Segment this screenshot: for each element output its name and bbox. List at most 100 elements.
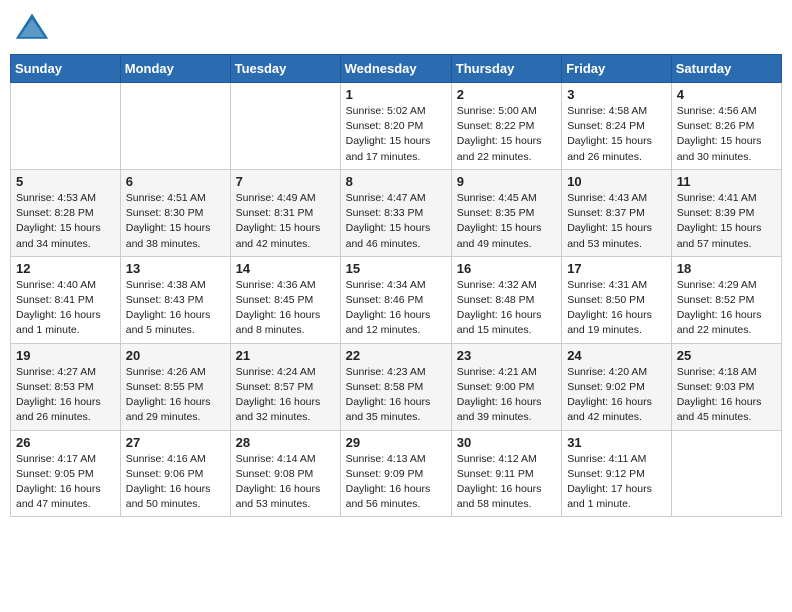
- days-header-row: SundayMondayTuesdayWednesdayThursdayFrid…: [11, 55, 782, 83]
- day-header-tuesday: Tuesday: [230, 55, 340, 83]
- day-info: Sunrise: 4:34 AM Sunset: 8:46 PM Dayligh…: [346, 278, 446, 339]
- day-cell: 15 Sunrise: 4:34 AM Sunset: 8:46 PM Dayli…: [340, 256, 451, 343]
- day-number: 9: [457, 174, 556, 189]
- day-number: 14: [236, 261, 335, 276]
- week-row-2: 5Sunrise: 4:53 AM Sunset: 8:28 PM Daylig…: [11, 169, 782, 256]
- day-info: Sunrise: 4:36 AM Sunset: 8:45 PM Dayligh…: [236, 278, 335, 339]
- day-info: Sunrise: 4:58 AM Sunset: 8:24 PM Dayligh…: [567, 104, 666, 165]
- day-info: Sunrise: 4:41 AM Sunset: 8:39 PM Dayligh…: [677, 191, 776, 252]
- day-header-friday: Friday: [562, 55, 672, 83]
- day-number: 1: [346, 87, 446, 102]
- day-info: Sunrise: 4:20 AM Sunset: 9:02 PM Dayligh…: [567, 365, 666, 426]
- day-cell: 8 Sunrise: 4:47 AM Sunset: 8:33 PM Daylig…: [340, 169, 451, 256]
- day-number: 3: [567, 87, 666, 102]
- day-info: Sunrise: 4:21 AM Sunset: 9:00 PM Dayligh…: [457, 365, 556, 426]
- day-cell: [230, 83, 340, 170]
- day-number: 22: [346, 348, 446, 363]
- day-cell: 3 Sunrise: 4:58 AM Sunset: 8:24 PM Daylig…: [562, 83, 672, 170]
- day-number: 24: [567, 348, 666, 363]
- day-number: 7: [236, 174, 335, 189]
- day-info: Sunrise: 4:38 AM Sunset: 8:43 PM Dayligh…: [126, 278, 225, 339]
- day-number: 30: [457, 435, 556, 450]
- day-cell: 23Sunrise: 4:21 AM Sunset: 9:00 PM Dayli…: [451, 343, 561, 430]
- day-number: 15: [346, 261, 446, 276]
- day-header-sunday: Sunday: [11, 55, 121, 83]
- day-info: Sunrise: 5:02 AM Sunset: 8:20 PM Dayligh…: [346, 104, 446, 165]
- day-cell: 6 Sunrise: 4:51 AM Sunset: 8:30 PM Daylig…: [120, 169, 230, 256]
- day-cell: 7 Sunrise: 4:49 AM Sunset: 8:31 PM Daylig…: [230, 169, 340, 256]
- day-cell: 17Sunrise: 4:31 AM Sunset: 8:50 PM Dayli…: [562, 256, 672, 343]
- day-number: 27: [126, 435, 225, 450]
- day-info: Sunrise: 4:16 AM Sunset: 9:06 PM Dayligh…: [126, 452, 225, 513]
- day-info: Sunrise: 4:13 AM Sunset: 9:09 PM Dayligh…: [346, 452, 446, 513]
- day-number: 31: [567, 435, 666, 450]
- day-info: Sunrise: 4:17 AM Sunset: 9:05 PM Dayligh…: [16, 452, 115, 513]
- day-info: Sunrise: 4:29 AM Sunset: 8:52 PM Dayligh…: [677, 278, 776, 339]
- day-cell: 19Sunrise: 4:27 AM Sunset: 8:53 PM Dayli…: [11, 343, 121, 430]
- day-cell: 30Sunrise: 4:12 AM Sunset: 9:11 PM Dayli…: [451, 430, 561, 517]
- day-info: Sunrise: 4:11 AM Sunset: 9:12 PM Dayligh…: [567, 452, 666, 513]
- day-cell: 13 Sunrise: 4:38 AM Sunset: 8:43 PM Dayli…: [120, 256, 230, 343]
- day-cell: 27 Sunrise: 4:16 AM Sunset: 9:06 PM Dayli…: [120, 430, 230, 517]
- week-row-5: 26 Sunrise: 4:17 AM Sunset: 9:05 PM Dayli…: [11, 430, 782, 517]
- day-number: 10: [567, 174, 666, 189]
- day-cell: 9 Sunrise: 4:45 AM Sunset: 8:35 PM Daylig…: [451, 169, 561, 256]
- day-cell: 28Sunrise: 4:14 AM Sunset: 9:08 PM Dayli…: [230, 430, 340, 517]
- day-number: 25: [677, 348, 776, 363]
- day-info: Sunrise: 4:45 AM Sunset: 8:35 PM Dayligh…: [457, 191, 556, 252]
- week-row-4: 19Sunrise: 4:27 AM Sunset: 8:53 PM Dayli…: [11, 343, 782, 430]
- day-cell: 10 Sunrise: 4:43 AM Sunset: 8:37 PM Dayli…: [562, 169, 672, 256]
- day-info: Sunrise: 4:47 AM Sunset: 8:33 PM Dayligh…: [346, 191, 446, 252]
- day-info: Sunrise: 4:14 AM Sunset: 9:08 PM Dayligh…: [236, 452, 335, 513]
- day-cell: 20Sunrise: 4:26 AM Sunset: 8:55 PM Dayli…: [120, 343, 230, 430]
- day-info: Sunrise: 4:24 AM Sunset: 8:57 PM Dayligh…: [236, 365, 335, 426]
- day-cell: [11, 83, 121, 170]
- day-info: Sunrise: 4:49 AM Sunset: 8:31 PM Dayligh…: [236, 191, 335, 252]
- day-number: 29: [346, 435, 446, 450]
- day-info: Sunrise: 4:18 AM Sunset: 9:03 PM Dayligh…: [677, 365, 776, 426]
- day-number: 21: [236, 348, 335, 363]
- day-number: 6: [126, 174, 225, 189]
- day-cell: 12 Sunrise: 4:40 AM Sunset: 8:41 PM Dayli…: [11, 256, 121, 343]
- day-cell: 11 Sunrise: 4:41 AM Sunset: 8:39 PM Dayli…: [671, 169, 781, 256]
- day-number: 16: [457, 261, 556, 276]
- day-number: 17: [567, 261, 666, 276]
- day-info: Sunrise: 4:32 AM Sunset: 8:48 PM Dayligh…: [457, 278, 556, 339]
- calendar-table: SundayMondayTuesdayWednesdayThursdayFrid…: [10, 54, 782, 517]
- day-info: Sunrise: 4:43 AM Sunset: 8:37 PM Dayligh…: [567, 191, 666, 252]
- day-number: 26: [16, 435, 115, 450]
- day-header-monday: Monday: [120, 55, 230, 83]
- day-cell: 21 Sunrise: 4:24 AM Sunset: 8:57 PM Dayli…: [230, 343, 340, 430]
- day-number: 12: [16, 261, 115, 276]
- day-cell: 25 Sunrise: 4:18 AM Sunset: 9:03 PM Dayli…: [671, 343, 781, 430]
- day-info: Sunrise: 5:00 AM Sunset: 8:22 PM Dayligh…: [457, 104, 556, 165]
- day-info: Sunrise: 4:56 AM Sunset: 8:26 PM Dayligh…: [677, 104, 776, 165]
- day-cell: 31 Sunrise: 4:11 AM Sunset: 9:12 PM Dayli…: [562, 430, 672, 517]
- day-cell: 29 Sunrise: 4:13 AM Sunset: 9:09 PM Dayli…: [340, 430, 451, 517]
- day-number: 11: [677, 174, 776, 189]
- day-number: 4: [677, 87, 776, 102]
- day-number: 2: [457, 87, 556, 102]
- logo-icon: [14, 10, 50, 46]
- day-number: 18: [677, 261, 776, 276]
- day-cell: 5Sunrise: 4:53 AM Sunset: 8:28 PM Daylig…: [11, 169, 121, 256]
- day-info: Sunrise: 4:27 AM Sunset: 8:53 PM Dayligh…: [16, 365, 115, 426]
- day-header-wednesday: Wednesday: [340, 55, 451, 83]
- day-cell: 18 Sunrise: 4:29 AM Sunset: 8:52 PM Dayli…: [671, 256, 781, 343]
- day-number: 8: [346, 174, 446, 189]
- day-number: 13: [126, 261, 225, 276]
- day-cell: 14 Sunrise: 4:36 AM Sunset: 8:45 PM Dayli…: [230, 256, 340, 343]
- day-header-saturday: Saturday: [671, 55, 781, 83]
- day-number: 5: [16, 174, 115, 189]
- day-info: Sunrise: 4:40 AM Sunset: 8:41 PM Dayligh…: [16, 278, 115, 339]
- day-cell: 24 Sunrise: 4:20 AM Sunset: 9:02 PM Dayli…: [562, 343, 672, 430]
- day-cell: [671, 430, 781, 517]
- day-cell: 22 Sunrise: 4:23 AM Sunset: 8:58 PM Dayli…: [340, 343, 451, 430]
- logo: [14, 10, 52, 46]
- day-cell: 4 Sunrise: 4:56 AM Sunset: 8:26 PM Daylig…: [671, 83, 781, 170]
- day-info: Sunrise: 4:51 AM Sunset: 8:30 PM Dayligh…: [126, 191, 225, 252]
- week-row-3: 12 Sunrise: 4:40 AM Sunset: 8:41 PM Dayli…: [11, 256, 782, 343]
- page-header: [10, 10, 782, 46]
- day-info: Sunrise: 4:26 AM Sunset: 8:55 PM Dayligh…: [126, 365, 225, 426]
- day-info: Sunrise: 4:23 AM Sunset: 8:58 PM Dayligh…: [346, 365, 446, 426]
